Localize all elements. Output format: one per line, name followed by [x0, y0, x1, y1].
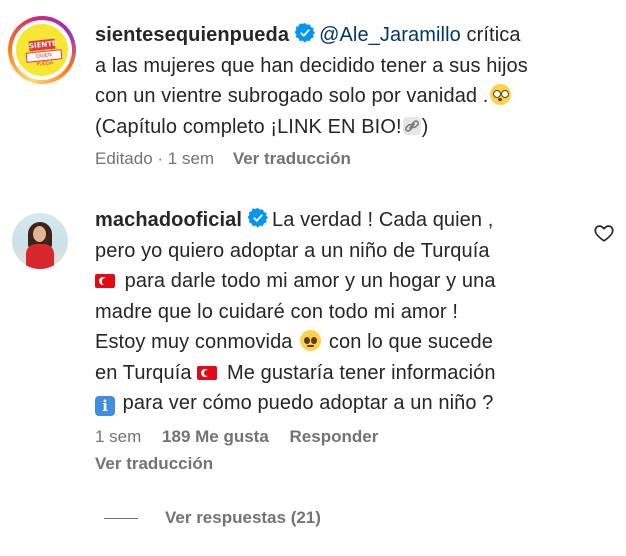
see-translation-link[interactable]: Ver traducción — [95, 454, 213, 473]
link-icon — [402, 116, 421, 135]
comment-text: con un vientre subrogado solo por vanida… — [95, 85, 489, 107]
comment-meta: 1 sem 189 Me gusta Responder — [95, 427, 378, 447]
likes-count[interactable]: 189 Me gusta — [162, 427, 269, 446]
comment-text: para darle todo mi amor y un hogar y una — [124, 270, 496, 292]
comment-text: Estoy muy conmovida — [95, 331, 293, 353]
logo-mark: QUIEN PUEDA — [25, 49, 63, 68]
username-link[interactable]: machadooficial — [95, 209, 242, 231]
edited-label: Editado — [95, 149, 153, 168]
pleading-face-icon — [300, 330, 322, 351]
comment-body: machadooficial La verdad ! Cada quien , p… — [95, 205, 585, 419]
avatar-story-ring[interactable]: SIENTE QUIEN PUEDA — [8, 16, 76, 84]
comment-meta: Ver traducción — [95, 454, 213, 474]
mention-link[interactable]: @Ale_Jaramillo — [319, 24, 461, 46]
comment-text: Me gustaría tener información — [226, 361, 496, 384]
turkey-flag-icon — [197, 365, 218, 380]
timestamp[interactable]: 1 sem — [168, 149, 214, 168]
comment-text: madre que lo cuidaré con todo mi amor ! — [95, 300, 458, 323]
comment-text: con lo que sucede — [328, 331, 493, 353]
view-replies-button[interactable]: Ver respuestas (21) — [165, 508, 321, 528]
verified-badge-icon — [248, 208, 268, 228]
like-heart-icon[interactable] — [593, 222, 615, 244]
comment-body: sientesequienpueda @Ale_Jaramillo crítica… — [95, 20, 615, 142]
avatar[interactable] — [12, 213, 68, 269]
avatar: SIENTE QUIEN PUEDA — [16, 24, 68, 76]
comment-text: en Turquía — [95, 361, 192, 384]
turkey-flag-icon — [95, 274, 115, 288]
username-link[interactable]: sientesequienpueda — [95, 24, 289, 46]
flushed-face-icon — [490, 84, 512, 105]
comment-text: ) — [421, 115, 429, 138]
comment-text: para ver cómo puedo adoptar a un niño ? — [122, 392, 494, 414]
see-translation-link[interactable]: Ver traducción — [233, 149, 351, 168]
comment-text: pero yo quiero adoptar a un niño de Turq… — [95, 239, 490, 262]
timestamp[interactable]: 1 sem — [95, 427, 141, 446]
comment-text: La verdad ! Cada quien , — [272, 209, 494, 231]
comment-text: a las mujeres que han decidido tener a s… — [95, 54, 528, 77]
information-icon: i — [95, 396, 115, 416]
comment-meta: Editado · 1 sem Ver traducción — [95, 149, 351, 168]
comment-text: (Capítulo completo ¡LINK EN BIO! — [95, 115, 402, 138]
reply-button[interactable]: Responder — [290, 427, 379, 446]
view-replies-label[interactable]: Ver respuestas (21) — [165, 508, 321, 527]
verified-badge-icon — [295, 23, 316, 43]
comment-text: crítica — [466, 24, 521, 46]
replies-divider — [104, 518, 138, 519]
